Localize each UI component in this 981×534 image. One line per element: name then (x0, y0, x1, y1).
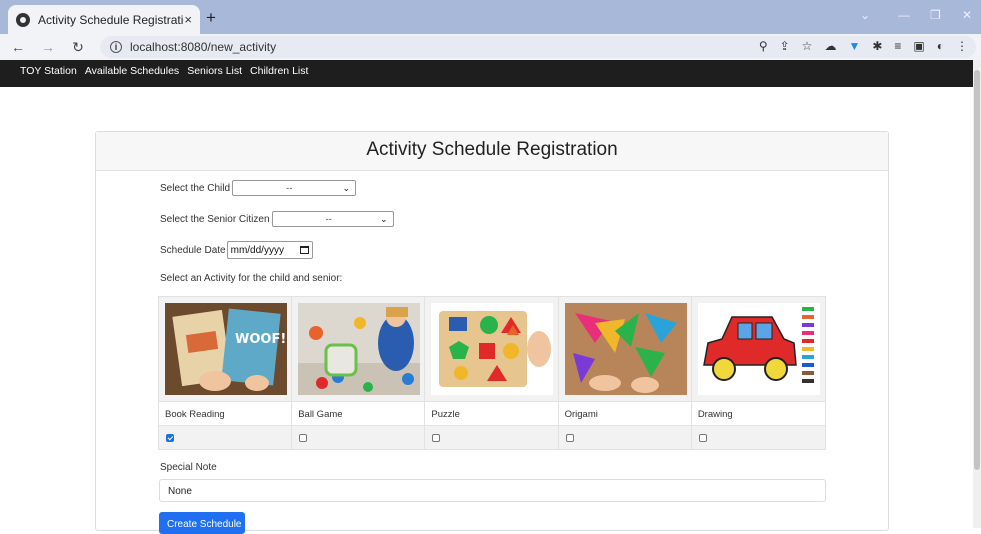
site-favicon-icon (16, 12, 30, 27)
app-navbar: TOY Station Available Schedules Seniors … (0, 60, 973, 87)
browser-menu-icon[interactable]: ⋮ (956, 39, 968, 53)
activity-label: Origami (559, 402, 692, 425)
activity-image-cell (692, 297, 825, 401)
reading-list-icon[interactable]: ≡ (894, 39, 901, 53)
nav-children-list[interactable]: Children List (250, 65, 308, 77)
scrollbar-thumb[interactable] (974, 70, 980, 470)
address-bar[interactable]: i localhost:8080/new_activity ⚲ ⇪ ☆ ☁ ▼ … (100, 36, 976, 58)
create-schedule-button[interactable]: Create Schedule (159, 512, 245, 534)
senior-row: Select the Senior Citizen -- ⌄ (160, 211, 394, 227)
share-icon[interactable]: ⇪ (780, 39, 790, 53)
page-scrollbar[interactable] (973, 60, 981, 528)
svg-text:WOOF!: WOOF! (235, 332, 286, 347)
restore-icon[interactable]: ❐ (930, 8, 941, 22)
activity-image-cell (559, 297, 692, 401)
checkbox-cell (292, 426, 426, 449)
senior-select-value: -- (325, 213, 332, 225)
origami-image (564, 303, 687, 395)
site-info-icon[interactable]: i (110, 41, 122, 53)
senior-select[interactable]: -- ⌄ (271, 211, 394, 227)
extension-cloud-icon[interactable]: ☁ (824, 39, 836, 53)
tab-close-icon[interactable]: × (184, 12, 192, 27)
activity-prompt: Select an Activity for the child and sen… (160, 273, 343, 284)
minimize-icon[interactable]: — (898, 8, 910, 22)
puzzle-checkbox[interactable] (432, 434, 441, 442)
drawing-checkbox[interactable] (698, 434, 707, 442)
puzzle-image (431, 303, 554, 395)
tab-title: Activity Schedule Registration (38, 12, 185, 27)
extension-vue-icon[interactable]: ▼ (848, 39, 860, 53)
tab-search-icon[interactable]: ⌄ (860, 8, 870, 22)
bookmark-star-icon[interactable]: ☆ (802, 39, 813, 53)
drawing-image (697, 303, 820, 395)
checkbox-cell (559, 426, 692, 449)
url-text[interactable]: localhost:8080/new_activity (130, 40, 276, 54)
chevron-down-icon: ⌄ (342, 182, 351, 193)
page-title: Activity Schedule Registration (96, 132, 888, 171)
activity-image-cell: WOOF! (159, 297, 293, 401)
child-row: Select the Child -- ⌄ (160, 180, 357, 196)
activity-labels-row: Book Reading Ball Game Puzzle Origami Dr… (159, 401, 825, 425)
child-select-value: -- (286, 182, 293, 194)
schedule-date-input[interactable]: mm/dd/yyyy (226, 241, 313, 259)
browser-tab[interactable]: Activity Schedule Registration × (8, 5, 200, 34)
activity-label: Drawing (697, 409, 733, 420)
activity-images-row: WOOF! (159, 297, 825, 401)
forward-icon[interactable]: → (36, 39, 60, 55)
ball-game-checkbox[interactable] (299, 434, 308, 442)
nav-seniors-list[interactable]: Seniors List (187, 65, 242, 77)
checkbox-cell (159, 426, 293, 449)
reload-icon[interactable]: ↻ (66, 39, 90, 56)
activity-label: Book Reading (159, 402, 293, 425)
special-note-input[interactable]: None (159, 479, 826, 502)
origami-checkbox[interactable] (565, 434, 574, 442)
checkbox-cell (692, 426, 825, 449)
nav-brand[interactable]: TOY Station (20, 65, 77, 77)
new-tab-icon[interactable]: + (206, 8, 216, 28)
chevron-down-icon: ⌄ (379, 213, 388, 224)
book-reading-image: WOOF! (165, 303, 287, 395)
ball-game-image (298, 303, 421, 395)
activity-image-cell (425, 297, 559, 401)
zoom-icon[interactable]: ⚲ (759, 39, 768, 53)
special-note-label: Special Note (160, 462, 217, 473)
profile-avatar-icon[interactable]: ◐ (937, 39, 944, 53)
calendar-icon[interactable] (299, 246, 309, 254)
side-panel-icon[interactable]: ▣ (913, 39, 924, 53)
nav-available-schedules[interactable]: Available Schedules (85, 65, 179, 77)
extensions-puzzle-icon[interactable]: ✱ (872, 39, 882, 53)
activity-table: WOOF! Book Reading Ball Game Puzzle Orig… (158, 296, 826, 450)
window-close-icon[interactable]: ✕ (962, 8, 972, 22)
activity-image-cell (292, 297, 426, 401)
activity-label: Ball Game (292, 402, 426, 425)
date-label: Schedule Date (160, 244, 226, 256)
back-icon[interactable]: ← (6, 39, 30, 55)
browser-toolbar: ← → ↻ i localhost:8080/new_activity ⚲ ⇪ … (0, 34, 981, 60)
date-row: Schedule Date mm/dd/yyyy (160, 241, 313, 259)
senior-label: Select the Senior Citizen (160, 213, 270, 225)
child-select[interactable]: -- ⌄ (232, 180, 357, 196)
book-reading-checkbox[interactable] (166, 434, 174, 442)
date-placeholder: mm/dd/yyyy (230, 244, 284, 256)
checkbox-cell (425, 426, 559, 449)
browser-tab-bar: Activity Schedule Registration × + ⌄ — ❐… (0, 0, 981, 34)
registration-card: Activity Schedule Registration Select th… (95, 131, 889, 534)
activity-label: Puzzle (425, 402, 559, 425)
child-label: Select the Child (160, 182, 231, 194)
activity-checkbox-row (159, 425, 825, 449)
